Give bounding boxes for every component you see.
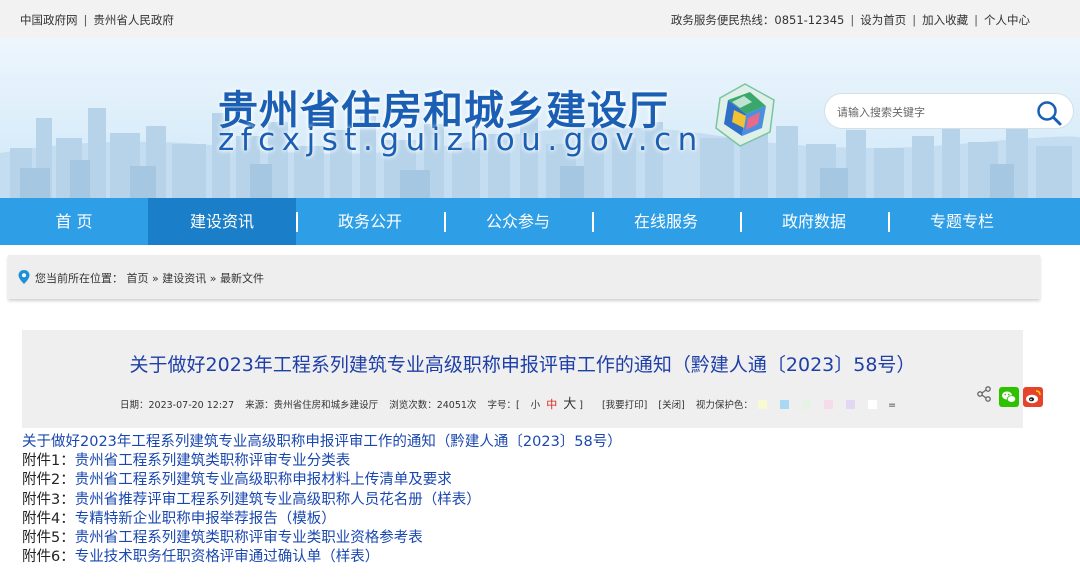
eye-color-reset-button[interactable]: = [888,400,896,411]
list-item: 附件1：贵州省工程系列建筑类职称评审专业分类表 [22,452,622,471]
eye-color-swatch-4[interactable] [824,400,833,409]
search-box [824,93,1074,129]
location-pin-icon [18,270,30,284]
department-logo-icon [715,83,775,147]
attachment-link[interactable]: 专业技术职务任职资格评审通过确认单（样表） [75,549,380,565]
breadcrumb-text: 您当前所在位置： 首页 » 建设资讯 » 最新文件 [35,270,264,286]
attachment-prefix: 附件3： [22,491,75,508]
list-item: 关于做好2023年工程系列建筑专业高级职称申报评审工作的通知（黔建人通〔2023… [22,433,622,452]
article-title: 关于做好2023年工程系列建筑专业高级职称申报评审工作的通知（黔建人通〔2023… [129,354,916,376]
attachment-prefix: 附件1： [22,453,75,470]
set-homepage-link[interactable]: 设为首页 [860,13,906,27]
eye-color-swatch-2[interactable] [779,400,789,409]
province-gov-link[interactable]: 贵州省人民政府 [93,13,174,27]
personal-center-link[interactable]: 个人中心 [984,13,1030,27]
eye-color-swatch-1[interactable] [757,400,767,409]
weibo-icon[interactable] [1023,387,1043,407]
article-source: 来源：贵州省住房和城乡建设厅 [245,400,379,411]
notice-link[interactable]: 关于做好2023年工程系列建筑专业高级职称申报评审工作的通知（黔建人通〔2023… [22,434,622,450]
attachment-link[interactable]: 贵州省推荐评审工程系列建筑专业高级职称人员花名册（样表） [75,492,481,508]
eye-protection-label: 视力保护色： [695,400,753,411]
search-icon[interactable] [1035,99,1063,127]
font-size-control: 字号：[ 小中大] [487,397,590,412]
article-header: 关于做好2023年工程系列建筑专业高级职称申报评审工作的通知（黔建人通〔2023… [22,330,1043,428]
attachment-link[interactable]: 贵州省工程系列建筑专业高级职称申报材料上传清单及要求 [75,472,452,488]
breadcrumb-separator: » [209,272,217,285]
article-meta: 日期：2023-07-20 12:27 来源：贵州省住房和城乡建设厅 浏览次数：… [120,393,904,412]
breadcrumb: 您当前所在位置： 首页 » 建设资讯 » 最新文件 [8,255,1040,299]
top-bar-left: 中国政府网 | 贵州省人民政府 [20,12,174,28]
attachment-link[interactable]: 贵州省工程系列建筑类职称评审专业类职业资格参考表 [75,530,423,546]
nav-item-construction-news[interactable]: 建设资讯 [148,198,296,245]
separator: | [83,13,88,27]
breadcrumb-latest-files[interactable]: 最新文件 [220,272,264,285]
separator: | [850,13,855,27]
nav-item-government-affairs[interactable]: 政务公开 [296,198,444,245]
top-bar: 中国政府网 | 贵州省人民政府 政务服务便民热线：0851-12345 | 设为首页 | 加… [0,0,1080,38]
nav-item-home[interactable]: 首 页 [0,198,148,245]
breadcrumb-prefix: 您当前所在位置： [35,272,123,285]
font-size-close-bracket: ] [579,400,583,411]
attachment-prefix: 附件2： [22,472,75,489]
nav-item-special-topics[interactable]: 专题专栏 [888,198,1036,245]
breadcrumb-home[interactable]: 首页 [127,272,149,285]
breadcrumb-separator: » [152,272,159,285]
font-medium-button[interactable]: 中 [546,398,557,411]
nav-item-online-service[interactable]: 在线服务 [592,198,740,245]
header-banner: 贵州省住房和城乡建设厅 zfcxjst.guizhou.gov.cn [0,38,1080,198]
top-bar-right: 政务服务便民热线：0851-12345 | 设为首页 | 加入收藏 | 个人中心 [671,12,1030,28]
nav-item-government-data[interactable]: 政府数据 [740,198,888,245]
article-date: 日期：2023-07-20 12:27 [120,400,235,411]
wechat-icon[interactable] [999,387,1019,407]
article-views: 浏览次数：24051次 [389,400,477,411]
attachment-prefix: 附件4： [22,510,75,527]
eye-color-swatch-3[interactable] [801,400,811,409]
share-icon[interactable] [977,386,991,402]
close-button[interactable]: [关闭] [658,400,684,411]
nav-item-public-participation[interactable]: 公众参与 [444,198,592,245]
main-navigation: 首 页 建设资讯 政务公开 公众参与 在线服务 政府数据 专题专栏 [0,198,1080,245]
separator: | [974,13,978,27]
font-small-button[interactable]: 小 [531,400,541,411]
attachment-link[interactable]: 专精特新企业职称申报举荐报告（模板） [75,511,336,527]
hotline-text: 政务服务便民热线：0851-12345 [670,13,845,27]
site-domain: zfcxjst.guizhou.gov.cn [218,122,704,158]
list-item: 附件6：专业技术职务任职资格评审通过确认单（样表） [22,548,622,567]
breadcrumb-construction-news[interactable]: 建设资讯 [162,272,206,285]
separator: | [912,13,917,27]
font-size-label: 字号：[ [487,400,520,411]
eye-color-swatch-6[interactable] [868,400,878,409]
list-item: 附件4：专精特新企业职称申报举荐报告（模板） [22,510,622,529]
search-input[interactable] [837,103,1027,121]
attachment-prefix: 附件6： [22,549,75,566]
print-button[interactable]: [我要打印] [602,400,647,411]
article-body-links: 关于做好2023年工程系列建筑专业高级职称申报评审工作的通知（黔建人通〔2023… [22,433,622,567]
list-item: 附件3：贵州省推荐评审工程系列建筑专业高级职称人员花名册（样表） [22,491,622,510]
attachment-prefix: 附件5： [22,530,75,547]
gov-portal-link[interactable]: 中国政府网 [20,13,78,27]
list-item: 附件2：贵州省工程系列建筑专业高级职称申报材料上传清单及要求 [22,471,622,490]
eye-color-swatch-5[interactable] [846,400,856,409]
add-favorite-link[interactable]: 加入收藏 [922,13,968,27]
font-large-button[interactable]: 大 [563,397,576,412]
attachment-link[interactable]: 贵州省工程系列建筑类职称评审专业分类表 [75,453,351,469]
list-item: 附件5：贵州省工程系列建筑类职称评审专业类职业资格参考表 [22,529,622,548]
